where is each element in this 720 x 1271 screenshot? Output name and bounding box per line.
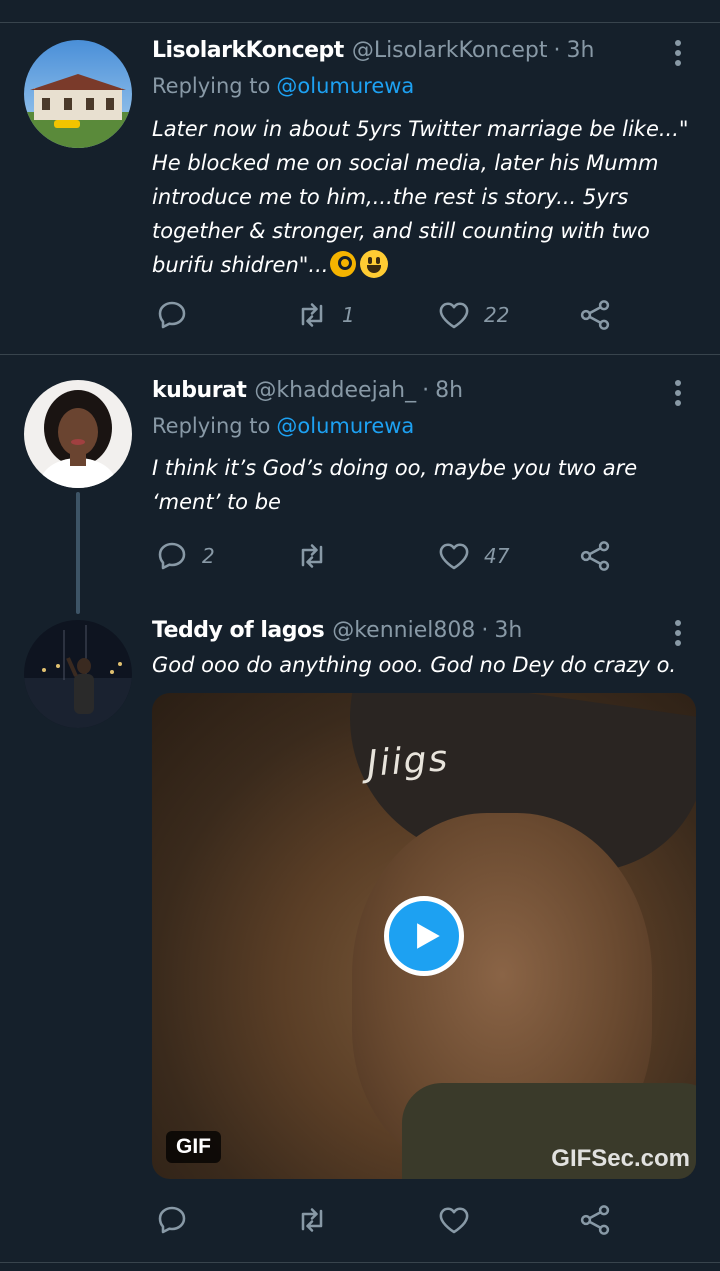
- separator-dot: ·: [481, 618, 489, 643]
- avatar[interactable]: [24, 380, 132, 488]
- reply-button[interactable]: [154, 295, 202, 335]
- retweet-icon: [301, 303, 323, 327]
- retweet-button[interactable]: 1: [294, 295, 355, 335]
- like-count: 22: [484, 303, 510, 327]
- replying-prefix: Replying to: [152, 74, 271, 98]
- display-name[interactable]: Teddy of lagos: [152, 618, 325, 643]
- more-options-button[interactable]: [666, 620, 690, 650]
- user-handle[interactable]: @LisolarkKoncept: [352, 38, 548, 63]
- retweet-icon: [301, 1208, 323, 1232]
- avatar[interactable]: [24, 40, 132, 148]
- share-button[interactable]: [577, 295, 613, 335]
- play-icon: [417, 923, 440, 949]
- replying-to: Replying to @olumurewa: [152, 74, 414, 98]
- tweet[interactable]: Teddy of lagos @kenniel808 · 3h God ooo …: [0, 618, 720, 1258]
- replying-to: Replying to @olumurewa: [152, 414, 414, 438]
- like-button[interactable]: [436, 1200, 484, 1240]
- smiley-emoji-icon: [360, 250, 389, 278]
- replying-prefix: Replying to: [152, 414, 271, 438]
- more-options-button[interactable]: [666, 40, 690, 70]
- like-button[interactable]: 22: [436, 295, 509, 335]
- emoji-eye: [368, 257, 373, 264]
- media-beanie-text: Jiigs: [365, 738, 451, 785]
- reply-count: 2: [202, 544, 215, 568]
- like-button[interactable]: 47: [436, 536, 509, 576]
- retweet-button[interactable]: [294, 1200, 342, 1240]
- timeline: LisolarkKoncept @LisolarkKoncept · 3h Re…: [0, 0, 720, 1271]
- more-dot: [675, 50, 681, 56]
- separator-dot: ·: [422, 378, 430, 403]
- play-button[interactable]: [384, 896, 464, 976]
- more-dot: [675, 390, 681, 396]
- share-button[interactable]: [577, 536, 613, 576]
- more-dot: [675, 640, 681, 646]
- like-count: 47: [484, 544, 510, 568]
- reply-button[interactable]: 2: [154, 536, 215, 576]
- tweet-actions: 2 47: [152, 536, 700, 576]
- divider: [0, 354, 720, 355]
- tweet[interactable]: LisolarkKoncept @LisolarkKoncept · 3h Re…: [0, 38, 720, 338]
- heart-icon: [439, 1207, 469, 1234]
- emoji-mouth: [367, 265, 382, 273]
- more-vertical-icon: [675, 40, 681, 46]
- more-options-button[interactable]: [666, 380, 690, 410]
- share-button[interactable]: [577, 1200, 613, 1240]
- more-vertical-icon: [675, 380, 681, 386]
- mention-link[interactable]: @olumurewa: [276, 414, 414, 438]
- user-handle[interactable]: @khaddeejah_: [254, 378, 416, 403]
- gif-media[interactable]: Jiigs GIF GIFSec.com: [152, 693, 696, 1179]
- more-dot: [675, 60, 681, 66]
- emoji-eye: [376, 257, 381, 264]
- tweet-actions: 1 22: [152, 295, 700, 335]
- divider: [0, 22, 720, 23]
- tweet[interactable]: kuburat @khaddeejah_ · 8h Replying to @ol…: [0, 378, 720, 614]
- avatar[interactable]: [24, 620, 132, 728]
- share-icon: [580, 541, 610, 571]
- user-handle[interactable]: @kenniel808: [332, 618, 475, 643]
- tweet-text-content: Later now in about 5yrs Twitter marriage…: [152, 117, 689, 277]
- tweet-text: God ooo do anything ooo. God no Dey do c…: [152, 653, 677, 677]
- reply-icon: [158, 1206, 186, 1234]
- gif-badge: GIF: [166, 1131, 221, 1163]
- divider: [0, 1262, 720, 1263]
- share-icon: [580, 1205, 610, 1235]
- tweet-actions: [152, 1200, 700, 1240]
- more-dot: [675, 400, 681, 406]
- tweet-header: LisolarkKoncept @LisolarkKoncept · 3h: [152, 38, 594, 68]
- retweet-count: 1: [342, 303, 355, 327]
- reply-icon: [158, 542, 186, 570]
- reply-icon: [158, 301, 186, 329]
- tweet-text: Later now in about 5yrs Twitter marriage…: [152, 112, 700, 282]
- retweet-icon: [301, 544, 323, 568]
- timestamp[interactable]: 8h: [435, 378, 463, 403]
- heart-icon: [439, 543, 469, 570]
- separator-dot: ·: [553, 38, 561, 63]
- tweet-text: I think it’s God’s doing oo, maybe you t…: [152, 456, 638, 514]
- timestamp[interactable]: 3h: [494, 618, 522, 643]
- display-name[interactable]: kuburat: [152, 378, 247, 403]
- media-watermark: GIFSec.com: [551, 1145, 690, 1172]
- display-name[interactable]: LisolarkKoncept: [152, 38, 344, 63]
- tweet-header: Teddy of lagos @kenniel808 · 3h: [152, 618, 522, 648]
- reply-button[interactable]: [154, 1200, 202, 1240]
- mention-link[interactable]: @olumurewa: [276, 74, 414, 98]
- retweet-button[interactable]: [294, 536, 342, 576]
- more-dot: [675, 630, 681, 636]
- more-vertical-icon: [675, 620, 681, 626]
- thread-line: [76, 492, 80, 614]
- heart-icon: [439, 302, 469, 329]
- tweet-header: kuburat @khaddeejah_ · 8h: [152, 378, 463, 408]
- ok-hand-emoji-icon: [330, 251, 357, 277]
- share-icon: [580, 300, 610, 330]
- timestamp[interactable]: 3h: [566, 38, 594, 63]
